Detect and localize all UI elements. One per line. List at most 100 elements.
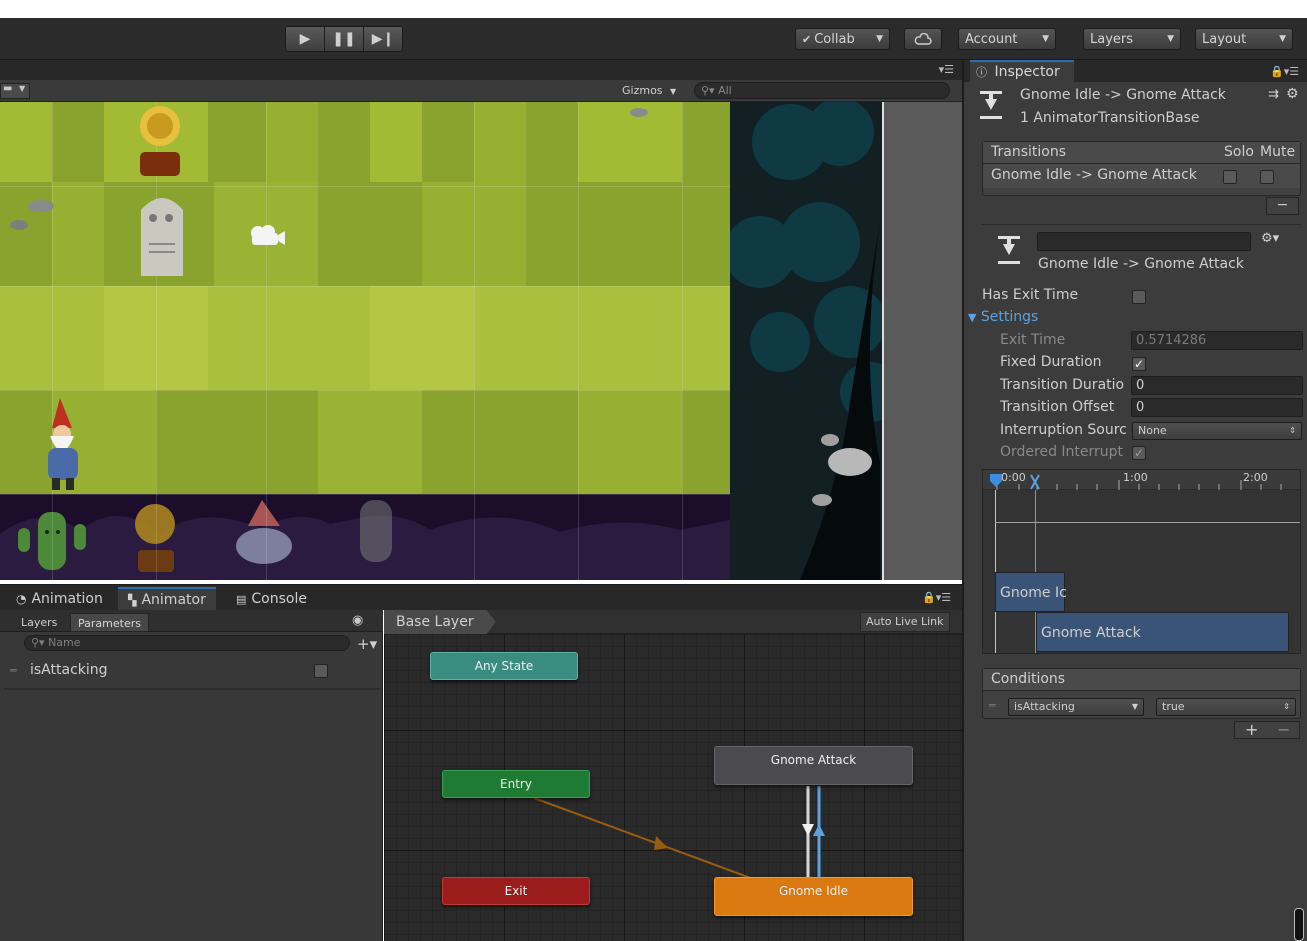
transition-row-label: Gnome Idle -> Gnome Attack [991, 167, 1197, 183]
parameter-search-placeholder: Name [48, 636, 81, 649]
tab-parameters[interactable]: Parameters [70, 613, 149, 632]
caret-down-icon: ▼ [19, 84, 26, 93]
transition-duration-label: Transition Duratio [1000, 377, 1125, 393]
grass-tile [266, 102, 318, 182]
tab-animation[interactable]: ◔ Animation [6, 587, 113, 611]
rock [28, 200, 54, 212]
scene-view[interactable] [0, 102, 962, 580]
remove-condition-button[interactable]: − [1277, 720, 1290, 739]
any-state-node[interactable]: Any State [430, 652, 578, 680]
preset-icon[interactable]: ⇉ [1268, 87, 1279, 102]
fixed-duration-checkbox[interactable]: ✓ [1132, 357, 1146, 371]
play-button[interactable]: ▶ [286, 27, 325, 51]
transition-handle-icon[interactable] [1030, 474, 1040, 490]
gnome-attack-node[interactable]: Gnome Attack [714, 746, 913, 785]
inspector-subtitle: 1 AnimatorTransitionBase [1020, 110, 1200, 126]
panel-menu-icon[interactable]: ▾☰ [939, 63, 954, 76]
caret-down-icon: ▼ [876, 34, 883, 44]
rock [10, 220, 28, 230]
tab-layers[interactable]: Layers [14, 613, 64, 632]
source-state-bar[interactable]: Gnome Ic [995, 572, 1067, 612]
scene-search-input[interactable]: ⚲▾ All [694, 82, 950, 99]
gear-icon[interactable]: ⚙▾ [1261, 231, 1279, 246]
transition-timeline[interactable]: 0:00 1:00 2:00 Gnome Ic Gnome Attack [982, 469, 1301, 654]
animator-graph[interactable]: Base Layer Auto Live Link Any State Entr… [384, 610, 962, 941]
tab-animator-label: Animator [141, 592, 206, 608]
inspector-scrollbar[interactable] [1294, 908, 1304, 941]
settings-label: Settings [980, 309, 1039, 325]
entry-node[interactable]: Entry [442, 770, 590, 798]
console-icon: ▤ [236, 592, 247, 606]
tab-inspector[interactable]: ⓘ Inspector [970, 60, 1074, 82]
sunflower-icon [135, 504, 175, 572]
add-condition-button[interactable]: + [1245, 720, 1258, 739]
shading-mode-dropdown[interactable]: ▬ ▼ [0, 83, 30, 99]
condition-parameter-dropdown[interactable]: isAttacking ▼ [1008, 698, 1144, 716]
inspector-tab-bar: ⓘ Inspector 🔒▾☰ [964, 60, 1307, 82]
playhead-marker-icon[interactable] [990, 474, 1002, 487]
pause-icon: ❚❚ [332, 31, 356, 47]
plants-silhouettes [0, 500, 730, 580]
step-button[interactable]: ▶❙ [364, 27, 402, 51]
has-exit-time-label: Has Exit Time [982, 287, 1079, 303]
transition-name-input[interactable] [1037, 232, 1251, 251]
gravestone [141, 198, 183, 276]
transition-list-row[interactable]: Gnome Idle -> Gnome Attack [983, 164, 1300, 188]
collab-button[interactable]: ✔ Collab ▼ [795, 28, 890, 50]
ordered-interrupt-checkbox[interactable]: ✓ [1132, 446, 1146, 460]
transition-offset-input[interactable]: 0 [1131, 398, 1303, 417]
search-icon: ⚲▾ [701, 84, 715, 97]
remove-transition-button[interactable]: − [1266, 197, 1299, 215]
solo-checkbox[interactable] [1223, 170, 1237, 184]
mute-checkbox[interactable] [1260, 170, 1274, 184]
caret-down-icon: ▼ [1167, 34, 1174, 44]
layers-dropdown[interactable]: Layers ▼ [1083, 28, 1181, 50]
lock-icon[interactable]: 🔒▾☰ [1270, 65, 1299, 78]
account-button[interactable]: Account ▼ [958, 28, 1056, 50]
gnome-idle-node[interactable]: Gnome Idle [714, 877, 913, 916]
gravestone-icon [360, 500, 392, 562]
lock-icon[interactable]: 🔒▾☰ [922, 591, 951, 604]
solo-column-label: Solo [1224, 144, 1254, 160]
interruption-source-dropdown[interactable]: None ⇕ [1132, 422, 1302, 440]
plant-selection-bar [0, 494, 730, 580]
interruption-source-value: None [1138, 424, 1167, 437]
gear-icon[interactable]: ⚙ [1286, 86, 1299, 102]
drag-handle-icon[interactable]: ═ [10, 664, 17, 677]
params-tab-bar: Layers Parameters ◉ [0, 610, 383, 632]
exit-node[interactable]: Exit [442, 877, 590, 905]
has-exit-time-checkbox[interactable] [1132, 290, 1146, 304]
parameter-search-input[interactable]: ⚲▾ Name [24, 635, 350, 651]
grass-tile [370, 286, 474, 390]
eye-icon[interactable]: ◉ [352, 613, 363, 628]
transition-arrow-icon [654, 836, 668, 850]
playback-controls: ▶ ❚❚ ▶❙ [285, 26, 403, 52]
cloud-button[interactable] [904, 28, 942, 50]
parameter-bool-checkbox[interactable] [314, 664, 328, 678]
exit-time-input[interactable]: 0.5714286 [1131, 331, 1303, 350]
gizmos-dropdown[interactable]: Gizmos ▼ [622, 84, 676, 97]
layout-dropdown[interactable]: Layout ▼ [1195, 28, 1293, 50]
caret-updown-icon: ⇕ [1283, 702, 1290, 711]
condition-value-dropdown[interactable]: true ⇕ [1156, 698, 1296, 716]
pause-button[interactable]: ❚❚ [325, 27, 364, 51]
entry-default-transition[interactable] [533, 797, 757, 881]
parameter-row[interactable]: ═ isAttacking [4, 656, 380, 690]
transition-duration-input[interactable]: 0 [1131, 376, 1303, 395]
layers-label: Layers [1090, 31, 1134, 47]
caret-down-icon: ▼ [1131, 702, 1138, 711]
destination-state-bar[interactable]: Gnome Attack [1036, 612, 1289, 652]
tab-console[interactable]: ▤ Console [226, 587, 317, 611]
transitions-list-header: Transitions Solo Mute [983, 142, 1300, 164]
collab-label: Collab [814, 31, 855, 47]
camera-gizmo-icon[interactable] [248, 223, 286, 249]
search-icon: ⚲▾ [31, 636, 45, 649]
transition-curve [995, 522, 1300, 523]
source-state-label: Gnome Ic [1000, 585, 1067, 601]
settings-foldout[interactable]: ▼ Settings [968, 309, 1038, 325]
add-parameter-button[interactable]: +▾ [357, 635, 377, 653]
tab-animator[interactable]: ▚ Animator [118, 587, 216, 611]
drag-handle-icon[interactable]: ═ [989, 699, 996, 712]
step-icon: ▶❙ [371, 31, 395, 47]
condition-parameter-value: isAttacking [1014, 700, 1075, 713]
